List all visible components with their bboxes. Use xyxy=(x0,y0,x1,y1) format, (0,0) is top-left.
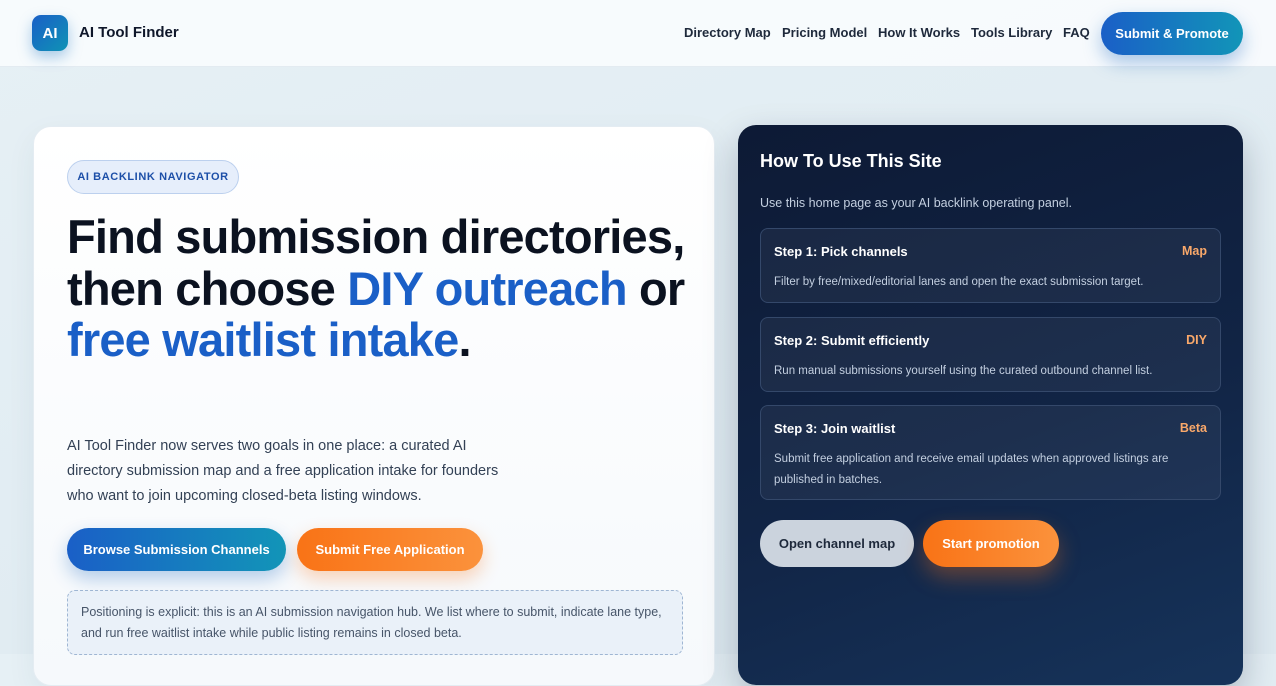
browse-channels-button[interactable]: Browse Submission Channels xyxy=(67,528,286,571)
how-to-use-panel: How To Use This Site Use this home page … xyxy=(738,125,1243,685)
eyebrow-badge: AI BACKLINK NAVIGATOR xyxy=(67,160,239,194)
nav-link-pricing-model[interactable]: Pricing Model xyxy=(782,25,867,40)
positioning-note: Positioning is explicit: this is an AI s… xyxy=(67,590,683,655)
nav-link-faq[interactable]: FAQ xyxy=(1063,25,1090,40)
submit-promote-button[interactable]: Submit & Promote xyxy=(1101,12,1243,55)
brand-name[interactable]: AI Tool Finder xyxy=(79,24,179,41)
step-tag: DIY xyxy=(1186,333,1207,347)
step-card-1: Step 1: Pick channels Map Filter by free… xyxy=(760,228,1221,303)
guide-title: How To Use This Site xyxy=(760,151,942,171)
nav-link-directory-map[interactable]: Directory Map xyxy=(684,25,771,40)
step-title: Step 2: Submit efficiently xyxy=(774,333,930,348)
step-tag: Beta xyxy=(1179,421,1207,435)
nav-link-how-it-works[interactable]: How It Works xyxy=(878,25,960,40)
top-navigation: AI AI Tool Finder Directory Map Pricing … xyxy=(0,0,1276,67)
step-card-3: Step 3: Join waitlist Beta Submit free a… xyxy=(760,405,1221,500)
hero-headline: Find submission directories, then choose… xyxy=(67,211,687,366)
headline-accent-waitlist: free waitlist intake xyxy=(67,313,459,366)
step-description: Run manual submissions yourself using th… xyxy=(774,365,1153,377)
step-tag: Map xyxy=(1182,244,1207,258)
step-description: Filter by free/mixed/editorial lanes and… xyxy=(774,276,1144,288)
step-title: Step 1: Pick channels xyxy=(774,244,908,259)
nav-link-tools-library[interactable]: Tools Library xyxy=(971,25,1052,40)
headline-text-3: . xyxy=(458,313,472,366)
step-card-2: Step 2: Submit efficiently DIY Run manua… xyxy=(760,317,1221,392)
submit-application-button[interactable]: Submit Free Application xyxy=(297,528,483,571)
step-title: Step 3: Join waitlist xyxy=(774,421,896,436)
logo-badge[interactable]: AI xyxy=(32,15,68,51)
headline-accent-diy: DIY outreach xyxy=(347,261,627,315)
step-description: Submit free application and receive emai… xyxy=(774,453,1169,486)
guide-subtitle: Use this home page as your AI backlink o… xyxy=(760,196,1072,210)
start-promotion-button[interactable]: Start promotion xyxy=(923,520,1059,567)
hero-intro: AI Tool Finder now serves two goals in o… xyxy=(67,438,499,504)
open-channel-map-button[interactable]: Open channel map xyxy=(760,520,914,567)
headline-text-2: or xyxy=(626,261,685,315)
hero-card: AI BACKLINK NAVIGATOR Find submission di… xyxy=(33,126,715,686)
